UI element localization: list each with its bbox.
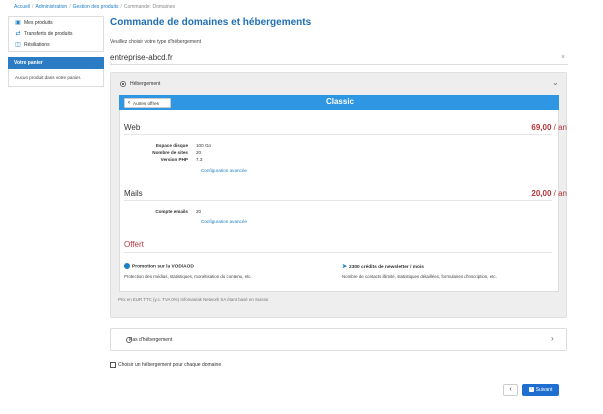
breadcrumb-separator: /: [69, 4, 71, 10]
page-title: Commande de domaines et hébergements: [110, 17, 312, 28]
divider: [124, 200, 552, 201]
breadcrumb-item[interactable]: Administration: [36, 4, 68, 10]
trash-icon: ◫: [15, 42, 21, 48]
web-advanced-config-link[interactable]: Configuration avancée: [201, 168, 247, 173]
no-hosting-panel[interactable]: [110, 328, 567, 351]
mails-price: 20,00 / an: [531, 189, 567, 198]
spec-label: Espace disque: [155, 143, 188, 148]
box-icon: ▣: [15, 20, 21, 26]
hosting-radio[interactable]: [120, 81, 126, 87]
sidebar-item-label: Résiliations: [24, 42, 50, 48]
offert-title: Offert: [124, 240, 144, 249]
chevron-left-icon: ‹: [128, 100, 130, 106]
spec-value: 100 Go: [196, 143, 212, 148]
sidebar-item-products[interactable]: ▣ Mes produits: [9, 18, 103, 28]
sidebar-item-transfers[interactable]: ⇄ Transferts de produits: [9, 29, 103, 39]
web-price-unit: / an: [553, 123, 567, 132]
chevron-left-icon: ‹: [509, 386, 512, 393]
mails-section-title: Mails: [124, 189, 143, 198]
breadcrumb: Accueil / Administration / Gestion des produ…: [14, 4, 175, 10]
sidebar-item-label: Mes produits: [24, 20, 53, 26]
spec-value: 7.3: [196, 157, 203, 162]
mails-price-unit: / an: [553, 189, 567, 198]
breadcrumb-item[interactable]: Gestion des produits: [73, 4, 119, 10]
sidebar-menu: ▣ Mes produits ⇄ Transferts de produits …: [8, 16, 104, 52]
next-label: Suivant: [535, 387, 553, 393]
close-icon[interactable]: ×: [561, 54, 565, 61]
divider: [124, 252, 552, 253]
cart-title: Votre panier: [8, 57, 104, 69]
per-domain-label: Choisir un hébergement pour chaque domai…: [118, 362, 222, 368]
divider: [110, 64, 568, 65]
sidebar-item-label: Transferts de produits: [24, 31, 73, 37]
promo-newsletter-title: ➤ 2300 crédits de newsletter / mois: [342, 263, 424, 270]
web-price: 69,00 / an: [531, 123, 567, 132]
plan-name: Classic: [325, 97, 355, 106]
spec-label: Nombre de sites: [152, 150, 188, 155]
web-price-value: 69,00: [531, 123, 552, 132]
promo-newsletter-desc: Nombre de contacts illimité, statistique…: [342, 274, 497, 279]
promo-title-text: Promotion sur la VOD/AOD: [132, 264, 194, 270]
price-note: Prix en EUR TTC (y.c. TVA 0%) Infomaniak…: [118, 297, 270, 302]
mails-price-value: 20,00: [531, 189, 552, 198]
breadcrumb-item[interactable]: Accueil: [14, 4, 30, 10]
chevron-down-icon[interactable]: ⌄: [552, 78, 559, 87]
breadcrumb-current: Commande: Domaines: [123, 4, 175, 10]
promo-title-text: 2300 crédits de newsletter / mois: [349, 265, 424, 270]
breadcrumb-separator: /: [120, 4, 122, 10]
spec-label: Version PHP: [160, 157, 188, 162]
next-button[interactable]: › Suivant: [522, 384, 559, 396]
cart-empty-message: Aucun produit dans votre panier.: [8, 69, 104, 87]
domain-name: entreprise-abcd.fr: [110, 53, 173, 62]
breadcrumb-separator: /: [32, 4, 34, 10]
spec-value: 20: [196, 209, 202, 214]
spec-value: 20: [196, 150, 202, 155]
other-offers-button[interactable]: ‹ Autres offres: [124, 98, 171, 108]
spec-label: Compte emails: [155, 209, 188, 214]
hosting-label: Hébergement: [130, 81, 161, 87]
mails-advanced-config-link[interactable]: Configuration avancée: [201, 219, 247, 224]
other-offers-label: Autres offres: [133, 100, 159, 106]
hosting-type-label: Veuillez choisir votre type d'hébergemen…: [110, 39, 202, 45]
sidebar-item-cancellations[interactable]: ◫ Résiliations: [9, 40, 103, 50]
web-section-title: Web: [124, 123, 141, 132]
promo-vod-title: Promotion sur la VOD/AOD: [124, 263, 194, 269]
info-icon: [124, 263, 130, 269]
chevron-right-icon[interactable]: ›: [551, 334, 554, 343]
send-icon: ➤: [342, 264, 348, 270]
promo-vod-desc: Protection des médias, statistiques, mon…: [124, 274, 252, 279]
no-hosting-label: Pas d'hébergement: [129, 337, 173, 343]
per-domain-checkbox[interactable]: [110, 362, 116, 368]
transfer-icon: ⇄: [15, 31, 21, 37]
divider: [124, 134, 552, 135]
chevron-right-icon: ›: [528, 386, 534, 393]
back-button[interactable]: ‹: [503, 384, 518, 396]
